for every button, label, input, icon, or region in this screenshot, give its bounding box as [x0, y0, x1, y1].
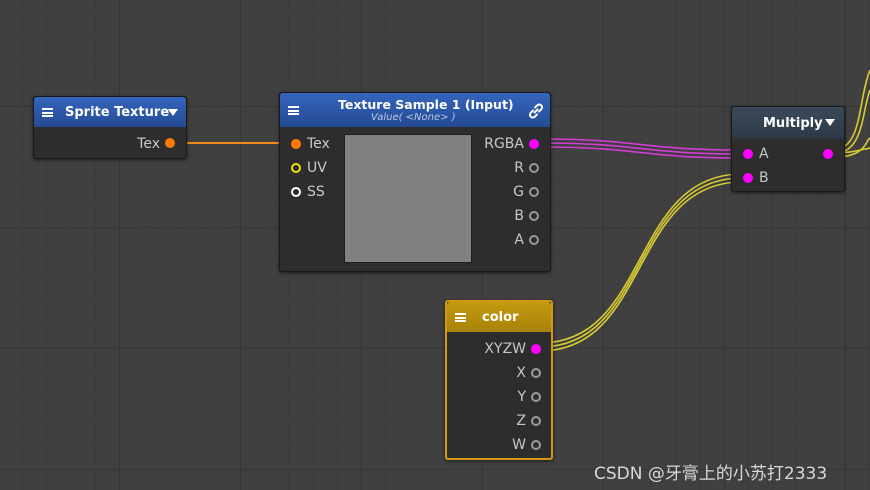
- output-port-b[interactable]: [529, 211, 539, 221]
- node-title: Multiply: [763, 116, 823, 131]
- output-port-z[interactable]: [531, 416, 541, 426]
- input-port-uv[interactable]: [291, 163, 301, 173]
- output-label-w: W: [512, 437, 526, 453]
- chevron-down-icon[interactable]: [168, 109, 178, 116]
- node-subtitle: Value( <None> ): [371, 112, 456, 123]
- output-port-rgba[interactable]: [529, 139, 539, 149]
- sprite-texture-node[interactable]: Sprite Texture Tex: [33, 96, 187, 159]
- input-label-ss: SS: [307, 184, 325, 200]
- input-port-tex[interactable]: [291, 139, 301, 149]
- multiply-header[interactable]: Multiply: [732, 107, 844, 139]
- output-port-r[interactable]: [529, 163, 539, 173]
- texture-preview: [344, 134, 472, 263]
- chevron-down-icon[interactable]: [825, 119, 835, 126]
- node-title: Texture Sample 1 (Input): [338, 97, 514, 112]
- output-label-tex: Tex: [137, 136, 160, 152]
- menu-icon[interactable]: [42, 108, 53, 117]
- color-node[interactable]: color XYZW X Y Z W: [445, 300, 553, 460]
- input-label-uv: UV: [307, 160, 327, 176]
- output-port-g[interactable]: [529, 187, 539, 197]
- sprite-texture-header[interactable]: Sprite Texture: [34, 97, 186, 127]
- node-title: Sprite Texture: [65, 105, 170, 120]
- input-label-a: A: [759, 146, 769, 162]
- watermark: CSDN @牙膏上的小苏打2333: [594, 464, 828, 484]
- input-port-a[interactable]: [743, 149, 753, 159]
- texture-sample-header[interactable]: Texture Sample 1 (Input) Value( <None> ): [280, 93, 550, 127]
- wire-xyzw-to-b[interactable]: [539, 173, 743, 352]
- output-label-xyzw: XYZW: [484, 341, 526, 357]
- color-header[interactable]: color: [447, 302, 551, 332]
- output-port-x[interactable]: [531, 368, 541, 378]
- texture-sample-node[interactable]: Texture Sample 1 (Input) Value( <None> )…: [279, 92, 551, 272]
- output-port-tex[interactable]: [165, 138, 175, 148]
- node-title: color: [482, 310, 519, 325]
- link-icon[interactable]: [527, 102, 545, 120]
- output-label-z: Z: [516, 413, 526, 429]
- input-label-b: B: [759, 170, 769, 186]
- output-label-g: G: [513, 184, 524, 200]
- menu-icon[interactable]: [288, 106, 299, 115]
- output-port[interactable]: [823, 149, 833, 159]
- output-port-w[interactable]: [531, 440, 541, 450]
- output-port-xyzw[interactable]: [531, 344, 541, 354]
- input-label-tex: Tex: [307, 136, 330, 152]
- output-label-x: X: [516, 365, 526, 381]
- wire-rgba-to-a[interactable]: [539, 138, 743, 159]
- output-label-b: B: [514, 208, 524, 224]
- output-label-y: Y: [517, 389, 526, 405]
- menu-icon[interactable]: [455, 313, 466, 322]
- output-label-r: R: [514, 160, 524, 176]
- input-port-b[interactable]: [743, 173, 753, 183]
- output-port-a[interactable]: [529, 235, 539, 245]
- multiply-node[interactable]: Multiply A B: [731, 106, 845, 192]
- input-port-ss[interactable]: [291, 187, 301, 197]
- output-label-rgba: RGBA: [484, 136, 524, 152]
- output-port-y[interactable]: [531, 392, 541, 402]
- output-label-a: A: [514, 232, 524, 248]
